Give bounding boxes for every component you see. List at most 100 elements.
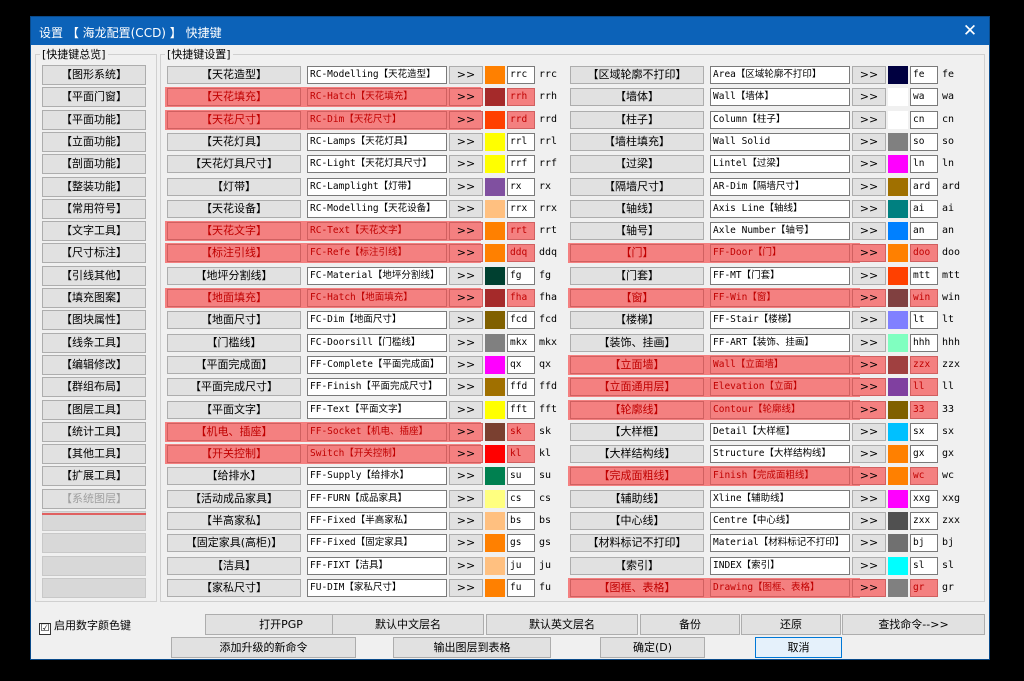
apply-arrow-button[interactable]: >>: [449, 177, 483, 196]
shortcut-key-field[interactable]: kl: [507, 445, 535, 464]
apply-arrow-button[interactable]: >>: [852, 199, 886, 218]
color-swatch[interactable]: [485, 199, 505, 218]
row-label-button[interactable]: 【区域轮廓不打印】: [570, 66, 704, 84]
row-label-button[interactable]: 【门槛线】: [167, 333, 301, 352]
row-label-button[interactable]: 【标注引线】: [167, 244, 301, 263]
shortcut-key-field[interactable]: rrx: [507, 199, 535, 218]
command-field[interactable]: RC-Light【天花灯具尺寸】: [307, 155, 447, 174]
color-swatch[interactable]: [888, 400, 908, 419]
command-field[interactable]: RC-Hatch【天花填充】: [307, 88, 447, 107]
shortcut-key-field[interactable]: xxg: [910, 489, 938, 508]
row-label-button[interactable]: 【中心线】: [570, 512, 704, 530]
enable-number-color-key-checkbox[interactable]: ☑ 启用数字颜色键: [39, 617, 131, 635]
row-label-button[interactable]: 【平面文字】: [167, 400, 301, 419]
shortcut-key-field[interactable]: zzx: [910, 355, 938, 374]
command-field[interactable]: Axle Number【轴号】: [710, 222, 850, 241]
apply-arrow-button[interactable]: >>: [852, 400, 886, 419]
color-swatch[interactable]: [485, 378, 505, 397]
sidebar-item[interactable]: 【尺寸标注】: [42, 243, 146, 264]
shortcut-key-field[interactable]: win: [910, 289, 938, 307]
color-swatch[interactable]: [485, 578, 505, 597]
color-swatch[interactable]: [485, 244, 505, 263]
export-layers-button[interactable]: 输出图层到表格: [393, 637, 551, 658]
row-label-button[interactable]: 【机电、插座】: [167, 422, 301, 441]
command-field[interactable]: FF-Door【门】: [710, 244, 850, 263]
shortcut-key-field[interactable]: wc: [910, 467, 938, 486]
shortcut-key-field[interactable]: rx: [507, 177, 535, 196]
command-field[interactable]: Contour【轮廓线】: [710, 400, 850, 419]
row-label-button[interactable]: 【隔墙尺寸】: [570, 177, 704, 196]
color-swatch[interactable]: [485, 88, 505, 107]
sidebar-empty-slot[interactable]: [42, 577, 146, 598]
row-label-button[interactable]: 【门】: [570, 244, 704, 263]
row-label-button[interactable]: 【材料标记不打印】: [570, 534, 704, 553]
color-swatch[interactable]: [888, 289, 908, 307]
row-label-button[interactable]: 【天花设备】: [167, 199, 301, 218]
color-swatch[interactable]: [888, 155, 908, 174]
command-field[interactable]: Lintel【过梁】: [710, 155, 850, 174]
shortcut-key-field[interactable]: su: [507, 467, 535, 486]
apply-arrow-button[interactable]: >>: [449, 199, 483, 218]
apply-arrow-button[interactable]: >>: [852, 289, 886, 307]
command-field[interactable]: FF-FIXT【洁具】: [307, 556, 447, 575]
shortcut-key-field[interactable]: fcd: [507, 311, 535, 330]
default-english-layer-button[interactable]: 默认英文层名: [486, 614, 638, 635]
sidebar-item[interactable]: 【立面功能】: [42, 131, 146, 152]
shortcut-key-field[interactable]: rrl: [507, 132, 535, 151]
shortcut-key-field[interactable]: bj: [910, 534, 938, 553]
shortcut-key-field[interactable]: 33: [910, 400, 938, 419]
apply-arrow-button[interactable]: >>: [449, 400, 483, 419]
color-swatch[interactable]: [888, 422, 908, 441]
row-label-button[interactable]: 【过梁】: [570, 155, 704, 174]
row-label-button[interactable]: 【索引】: [570, 556, 704, 575]
apply-arrow-button[interactable]: >>: [852, 66, 886, 84]
shortcut-key-field[interactable]: sx: [910, 422, 938, 441]
color-swatch[interactable]: [888, 110, 908, 129]
apply-arrow-button[interactable]: >>: [449, 155, 483, 174]
apply-arrow-button[interactable]: >>: [852, 177, 886, 196]
color-swatch[interactable]: [888, 556, 908, 575]
command-field[interactable]: RC-Lamps【天花灯具】: [307, 132, 447, 151]
command-field[interactable]: FF-MT【门套】: [710, 266, 850, 285]
apply-arrow-button[interactable]: >>: [852, 355, 886, 374]
shortcut-key-field[interactable]: zxx: [910, 512, 938, 530]
apply-arrow-button[interactable]: >>: [852, 222, 886, 241]
color-swatch[interactable]: [485, 132, 505, 151]
shortcut-key-field[interactable]: rrd: [507, 110, 535, 129]
color-swatch[interactable]: [888, 199, 908, 218]
apply-arrow-button[interactable]: >>: [449, 311, 483, 330]
apply-arrow-button[interactable]: >>: [852, 467, 886, 486]
sidebar-item[interactable]: 【填充图案】: [42, 288, 146, 308]
command-field[interactable]: FF-Complete【平面完成面】: [307, 355, 447, 374]
apply-arrow-button[interactable]: >>: [449, 289, 483, 307]
row-label-button[interactable]: 【地面填充】: [167, 289, 301, 307]
row-label-button[interactable]: 【大样结构线】: [570, 445, 704, 464]
row-label-button[interactable]: 【轴线】: [570, 199, 704, 218]
close-icon[interactable]: ✕: [959, 20, 981, 42]
row-label-button[interactable]: 【门套】: [570, 266, 704, 285]
row-label-button[interactable]: 【完成面粗线】: [570, 467, 704, 486]
command-field[interactable]: RC-Dim【天花尺寸】: [307, 110, 447, 129]
apply-arrow-button[interactable]: >>: [449, 266, 483, 285]
row-label-button[interactable]: 【轮廓线】: [570, 400, 704, 419]
color-swatch[interactable]: [888, 177, 908, 196]
color-swatch[interactable]: [888, 311, 908, 330]
find-command-button[interactable]: 查找命令-->>: [842, 614, 985, 635]
apply-arrow-button[interactable]: >>: [852, 311, 886, 330]
sidebar-empty-slot[interactable]: [42, 533, 146, 554]
color-swatch[interactable]: [888, 445, 908, 464]
apply-arrow-button[interactable]: >>: [852, 556, 886, 575]
row-label-button[interactable]: 【窗】: [570, 289, 704, 307]
apply-arrow-button[interactable]: >>: [449, 534, 483, 553]
shortcut-key-field[interactable]: fha: [507, 289, 535, 307]
command-field[interactable]: RC-Modelling【天花设备】: [307, 199, 447, 218]
shortcut-key-field[interactable]: qx: [507, 355, 535, 374]
row-label-button[interactable]: 【平面完成面】: [167, 355, 301, 374]
shortcut-key-field[interactable]: lt: [910, 311, 938, 330]
command-field[interactable]: Area【区域轮廓不打印】: [710, 66, 850, 84]
command-field[interactable]: FF-ART【装饰、挂画】: [710, 333, 850, 352]
command-field[interactable]: Switch【开关控制】: [307, 445, 447, 464]
apply-arrow-button[interactable]: >>: [852, 578, 886, 597]
shortcut-key-field[interactable]: ard: [910, 177, 938, 196]
shortcut-key-field[interactable]: ln: [910, 155, 938, 174]
